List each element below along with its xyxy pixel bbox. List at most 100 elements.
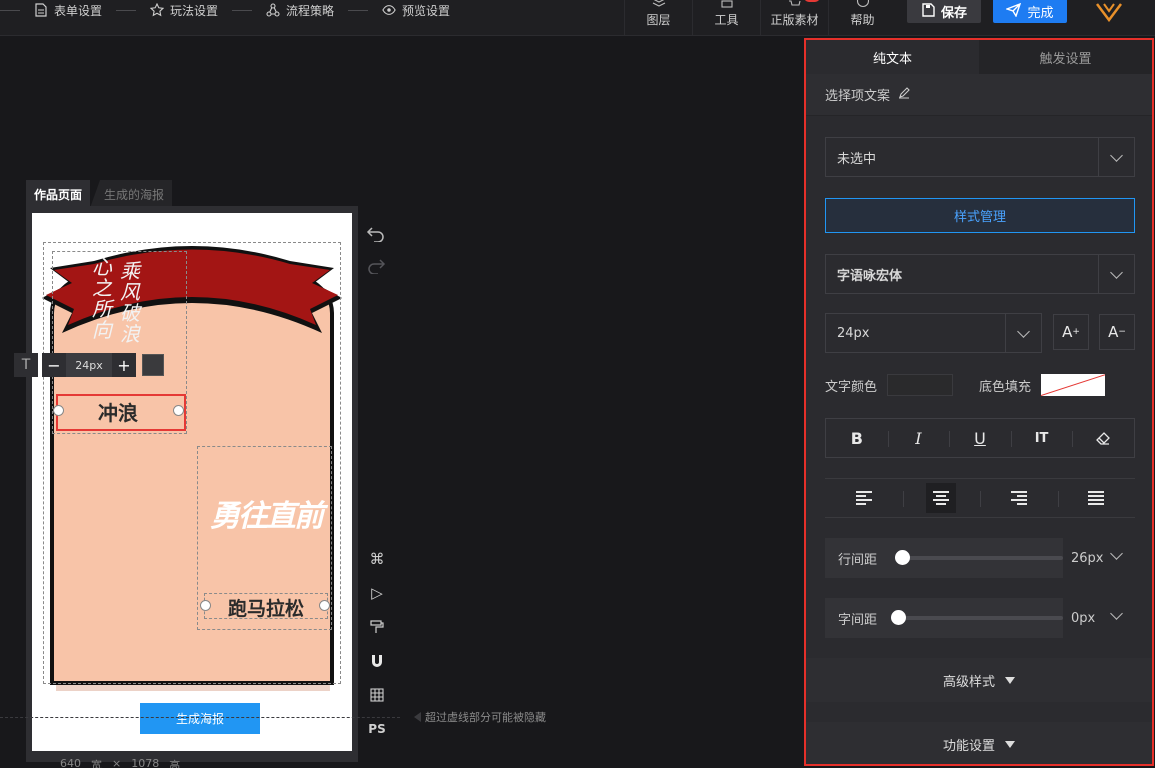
italic-button[interactable]: I: [887, 419, 950, 457]
letter-spacing-select[interactable]: 0px: [1063, 598, 1135, 638]
bg-fill-label: 底色填充: [979, 379, 1032, 395]
magnet-icon[interactable]: [366, 650, 388, 672]
generate-poster-button[interactable]: 生成海报: [140, 703, 260, 734]
text-format-buttons: B I U IT: [825, 418, 1135, 458]
resize-handle[interactable]: [53, 405, 64, 416]
option-select[interactable]: 未选中: [825, 137, 1135, 177]
poster-text-marathon[interactable]: 跑马拉松: [206, 593, 326, 621]
command-icon[interactable]: ⌘: [366, 548, 388, 570]
text-color-swatch[interactable]: [142, 354, 164, 376]
function-settings-label: 功能设置: [942, 738, 995, 754]
undo-icon[interactable]: [366, 226, 386, 246]
hidden-area-guide-line: [0, 717, 400, 718]
help-icon: [856, 0, 870, 11]
play-icon[interactable]: ▷: [366, 582, 388, 604]
chevron-down-icon[interactable]: [1098, 138, 1134, 176]
tool-label: 图层: [646, 13, 671, 27]
top-bar: 表单设置 玩法设置 流程策略 预览设置 图层 工具 正版素材 帮助 保存 完成: [0, 0, 1155, 36]
increase-size-button[interactable]: +: [112, 353, 136, 377]
slider-knob[interactable]: [891, 610, 906, 625]
step-divider: [348, 9, 369, 11]
star-icon: [150, 3, 165, 17]
vertical-text-2[interactable]: 乘风破浪: [118, 261, 142, 345]
cart-icon: [788, 0, 802, 11]
brand-logo[interactable]: [1095, 0, 1123, 23]
new-badge: [804, 0, 820, 2]
poster-text-slogan[interactable]: 勇往直前: [200, 493, 332, 534]
canvas-width[interactable]: 640: [60, 757, 81, 768]
line-height-select[interactable]: 26px: [1063, 538, 1135, 578]
option-label-row: 选择项文案: [806, 74, 1152, 116]
resize-handle[interactable]: [200, 600, 211, 611]
text-settings-panel: 纯文本 触发设置 选择项文案 未选中 样式管理 字语咏宏体 24px A + A −…: [804, 38, 1154, 766]
tab-plain-text[interactable]: 纯文本: [806, 40, 979, 74]
tool-licensed-assets[interactable]: 正版素材: [760, 0, 828, 36]
text-type-icon[interactable]: T: [14, 353, 38, 377]
option-select-value: 未选中: [837, 151, 877, 167]
font-family-select[interactable]: 字语咏宏体: [825, 254, 1135, 294]
resize-handle[interactable]: [173, 405, 184, 416]
step-form-settings[interactable]: 表单设置: [34, 2, 102, 19]
font-size-value[interactable]: 24px: [66, 353, 112, 377]
toolbox-icon: [720, 0, 734, 11]
text-align-buttons: [825, 478, 1135, 518]
redo-icon[interactable]: [366, 258, 386, 278]
tool-layers[interactable]: 图层: [624, 0, 692, 36]
font-size-select-value: 24px: [837, 325, 870, 341]
chevron-down-icon: [1110, 607, 1123, 620]
done-button[interactable]: 完成: [993, 0, 1067, 23]
poster-canvas[interactable]: 乘风破浪 心之所向 冲浪 勇往直前 跑马拉松 生成海报: [32, 213, 352, 751]
eraser-icon[interactable]: [1072, 419, 1134, 457]
eye-icon: [382, 3, 396, 17]
align-right-icon[interactable]: [980, 479, 1058, 517]
line-height-slider[interactable]: [895, 550, 1063, 565]
letter-spacing-slider[interactable]: [891, 610, 1063, 625]
tool-label: 工具: [714, 13, 739, 27]
letter-spacing-row: 字间距 0px: [825, 598, 1135, 638]
advanced-style-label: 高级样式: [942, 674, 995, 690]
tab-generated-poster[interactable]: 生成的海报: [90, 180, 173, 208]
step-preview-settings[interactable]: 预览设置: [382, 2, 450, 19]
edit-icon[interactable]: [898, 86, 910, 103]
decrease-size-button[interactable]: −: [42, 353, 66, 377]
side-toolbar: ⌘ ▷ PS: [366, 548, 388, 752]
line-height-row: 行间距 26px: [825, 538, 1135, 578]
text-color-picker[interactable]: [887, 374, 954, 396]
font-size-decrease-icon[interactable]: A −: [1099, 314, 1135, 350]
slider-knob[interactable]: [895, 550, 910, 565]
format-paint-icon[interactable]: [366, 616, 388, 638]
tool-help[interactable]: 帮助: [828, 0, 896, 36]
underline-button[interactable]: U: [949, 419, 1011, 457]
selected-element-outline[interactable]: [56, 394, 186, 431]
font-size-increase-icon[interactable]: A +: [1053, 314, 1089, 350]
ps-button[interactable]: PS: [366, 718, 388, 740]
tool-toolbox[interactable]: 工具: [692, 0, 760, 36]
bold-button[interactable]: B: [826, 419, 888, 457]
save-label: 保存: [940, 6, 967, 21]
font-size-select[interactable]: 24px: [825, 313, 1042, 353]
tab-trigger-settings[interactable]: 触发设置: [979, 40, 1152, 74]
step-play-settings[interactable]: 玩法设置: [150, 2, 218, 19]
font-size-stepper: − 24px +: [42, 353, 136, 377]
grid-icon[interactable]: [366, 684, 388, 706]
resize-handle[interactable]: [319, 600, 330, 611]
style-manage-button[interactable]: 样式管理: [825, 198, 1135, 233]
save-button[interactable]: 保存: [907, 0, 981, 23]
bg-fill-picker[interactable]: [1041, 374, 1106, 396]
align-center-icon[interactable]: [902, 479, 981, 517]
align-left-icon[interactable]: [825, 479, 903, 517]
chevron-down-icon[interactable]: [1098, 255, 1134, 293]
save-icon: [921, 2, 935, 21]
canvas-height-unit: 高: [169, 759, 181, 768]
advanced-style-toggle[interactable]: 高级样式: [806, 658, 1152, 702]
tab-work-page[interactable]: 作品页面: [26, 180, 91, 208]
function-settings-toggle[interactable]: 功能设置: [806, 722, 1152, 764]
page-tabs: 作品页面 生成的海报: [26, 180, 173, 208]
chevron-down-icon[interactable]: [1005, 314, 1041, 352]
align-justify-icon[interactable]: [1057, 479, 1136, 517]
color-row: 文字颜色 底色填充: [825, 374, 1106, 396]
canvas-height[interactable]: 1078: [131, 757, 159, 768]
text-direction-button[interactable]: IT: [1010, 419, 1073, 457]
step-flow-strategy[interactable]: 流程策略: [266, 2, 334, 19]
vertical-text-1[interactable]: 心之所向: [90, 257, 114, 341]
